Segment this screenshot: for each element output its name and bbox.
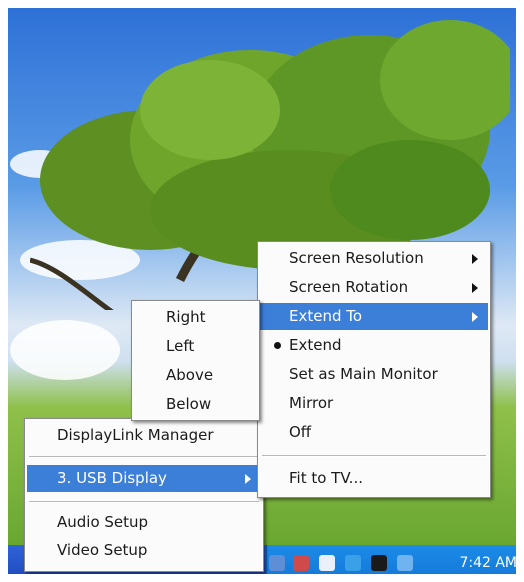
menu-separator (29, 501, 259, 503)
menu-item-screen-rotation[interactable]: Screen Rotation (260, 274, 488, 301)
menu-item-label: Mirror (289, 394, 334, 412)
security-icon[interactable] (371, 555, 387, 571)
menu-item-left[interactable]: Left (134, 333, 257, 360)
menu-item-video-setup[interactable]: Video Setup (27, 537, 261, 564)
menu-item-label: 3. USB Display (57, 469, 167, 487)
displaylink-tray-menu: DisplayLink Manager 3. USB Display Audio… (24, 418, 264, 572)
menu-item-label: Below (166, 395, 212, 413)
menu-item-label: Extend To (289, 307, 363, 325)
menu-item-audio-setup[interactable]: Audio Setup (27, 509, 261, 536)
menu-item-below[interactable]: Below (134, 391, 257, 418)
monitor-icon[interactable] (397, 555, 413, 571)
menu-item-screen-resolution[interactable]: Screen Resolution (260, 245, 488, 272)
menu-item-label: Right (166, 308, 206, 326)
submenu-arrow-icon (472, 254, 478, 264)
menu-item-above[interactable]: Above (134, 362, 257, 389)
taskbar-clock[interactable]: 7:42 AM (459, 545, 517, 582)
menu-item-displaylink-manager[interactable]: DisplayLink Manager (27, 422, 261, 449)
displaylink-icon[interactable] (293, 555, 309, 571)
menu-item-label: Above (166, 366, 214, 384)
refresh-icon[interactable] (319, 555, 335, 571)
menu-item-label: Set as Main Monitor (289, 365, 438, 383)
system-tray: 7:42 AM (266, 545, 524, 582)
usb-display-submenu: Screen Resolution Screen Rotation Extend… (257, 241, 491, 498)
menu-separator (29, 456, 259, 458)
menu-item-set-main-monitor[interactable]: Set as Main Monitor (260, 361, 488, 388)
submenu-arrow-icon (245, 474, 251, 484)
bluetooth-icon[interactable] (345, 555, 361, 571)
menu-item-label: Left (166, 337, 195, 355)
menu-item-mirror[interactable]: Mirror (260, 390, 488, 417)
menu-item-label: Fit to TV... (289, 469, 363, 487)
menu-item-label: DisplayLink Manager (57, 426, 214, 444)
submenu-arrow-icon (472, 312, 478, 322)
network-icon[interactable] (269, 555, 285, 571)
menu-item-extend[interactable]: Extend (260, 332, 488, 359)
menu-separator (262, 455, 486, 457)
menu-item-usb-display[interactable]: 3. USB Display (27, 465, 261, 492)
submenu-arrow-icon (472, 283, 478, 293)
menu-item-right[interactable]: Right (134, 304, 257, 331)
menu-item-off[interactable]: Off (260, 419, 488, 446)
menu-item-label: Video Setup (57, 541, 148, 559)
menu-item-fit-to-tv[interactable]: Fit to TV... (260, 465, 488, 492)
cloud (10, 320, 120, 380)
menu-item-label: Extend (289, 336, 342, 354)
menu-item-label: Audio Setup (57, 513, 149, 531)
menu-item-extend-to[interactable]: Extend To (260, 303, 488, 330)
extend-to-submenu: Right Left Above Below (131, 300, 260, 421)
menu-item-label: Off (289, 423, 312, 441)
menu-item-label: Screen Rotation (289, 278, 409, 296)
menu-item-label: Screen Resolution (289, 249, 424, 267)
selected-bullet-icon (274, 342, 281, 349)
